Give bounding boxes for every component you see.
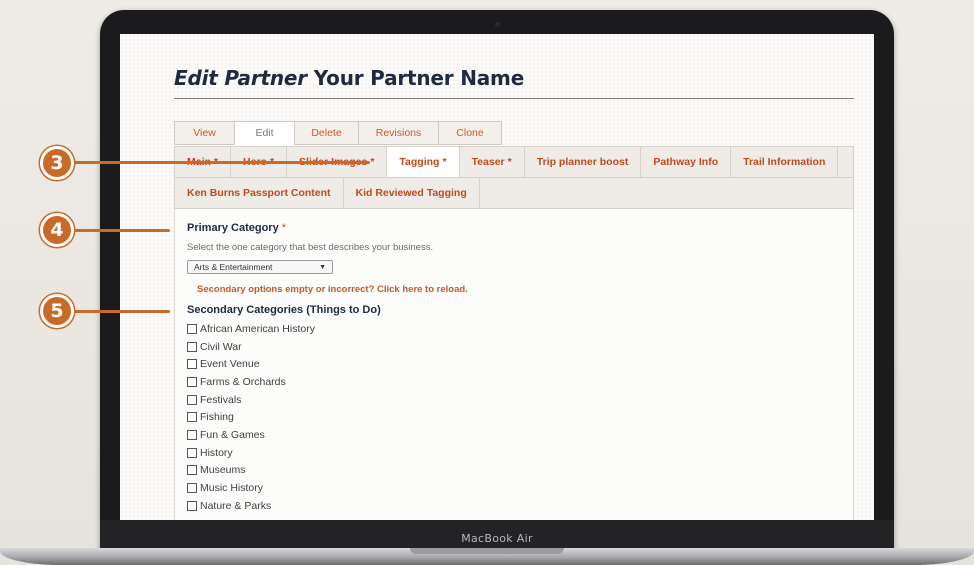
subtab-kid-reviewed-tagging[interactable]: Kid Reviewed Tagging bbox=[344, 178, 480, 208]
primary-category-label-text: Primary Category bbox=[187, 222, 279, 234]
checkbox[interactable] bbox=[187, 394, 197, 405]
checkbox[interactable] bbox=[187, 359, 197, 370]
checkbox-label: Event Venue bbox=[200, 358, 260, 371]
checkbox[interactable] bbox=[187, 341, 197, 352]
subtab-ken-burns-passport-content[interactable]: Ken Burns Passport Content bbox=[175, 178, 344, 208]
required-marker: * bbox=[442, 156, 447, 168]
tab-clone[interactable]: Clone bbox=[438, 121, 502, 145]
subtab-trail-information[interactable]: Trail Information bbox=[731, 147, 839, 177]
checkbox[interactable] bbox=[187, 323, 197, 334]
checkbox-item[interactable]: Nature & Parks bbox=[187, 497, 315, 515]
secondary-categories-list: African American History Civil War Event… bbox=[187, 320, 315, 515]
tagging-form: Primary Category * Select the one categor… bbox=[174, 209, 854, 520]
checkbox-item[interactable]: Festivals bbox=[187, 391, 315, 409]
primary-category-select[interactable]: Arts & Entertainment ▼ bbox=[187, 260, 333, 274]
laptop-notch bbox=[410, 548, 564, 554]
checkbox-label: African American History bbox=[200, 322, 315, 335]
device-label: MacBook Air bbox=[461, 532, 533, 545]
checkbox-label: Festivals bbox=[200, 393, 242, 406]
camera-icon bbox=[495, 22, 500, 27]
page-title-prefix: Edit Partner bbox=[174, 66, 307, 90]
checkbox-item[interactable]: African American History bbox=[187, 320, 315, 338]
tab-edit[interactable]: Edit bbox=[234, 121, 294, 145]
callout-5-line bbox=[70, 310, 170, 313]
checkbox[interactable] bbox=[187, 500, 197, 511]
checkbox[interactable] bbox=[187, 483, 197, 494]
page-title-name: Your Partner Name bbox=[313, 66, 525, 90]
checkbox-label: Fun & Games bbox=[200, 428, 265, 441]
checkbox-label: Music History bbox=[200, 482, 264, 495]
secondary-categories-label: Secondary Categories (Things to Do) bbox=[187, 304, 381, 316]
primary-category-help: Select the one category that best descri… bbox=[187, 242, 434, 253]
checkbox-item[interactable]: History bbox=[187, 444, 315, 462]
subtab-tagging-label: Tagging bbox=[399, 156, 440, 168]
title-divider bbox=[174, 98, 854, 99]
checkbox-item[interactable]: Farms & Orchards bbox=[187, 373, 315, 391]
subtab-teaser-label: Teaser bbox=[471, 156, 505, 168]
subtab-tagging[interactable]: Tagging * bbox=[387, 147, 460, 177]
primary-tabs: View Edit Delete Revisions Clone bbox=[174, 121, 502, 145]
checkbox[interactable] bbox=[187, 447, 197, 458]
checkbox-item[interactable]: Museums bbox=[187, 462, 315, 480]
checkbox-item[interactable]: Music History bbox=[187, 479, 315, 497]
checkbox[interactable] bbox=[187, 376, 197, 387]
laptop-chin: MacBook Air bbox=[100, 520, 894, 551]
form-body: Primary Category * Select the one categor… bbox=[187, 209, 853, 520]
page-title: Edit Partner Your Partner Name bbox=[174, 66, 524, 90]
checkbox-item[interactable]: Fishing bbox=[187, 408, 315, 426]
primary-category-selected: Arts & Entertainment bbox=[194, 262, 273, 272]
laptop-screen: Edit Partner Your Partner Name View Edit… bbox=[120, 34, 874, 520]
checkbox-item[interactable]: Event Venue bbox=[187, 355, 315, 373]
checkbox[interactable] bbox=[187, 465, 197, 476]
callout-5: 5 bbox=[40, 294, 74, 328]
subtab-teaser[interactable]: Teaser * bbox=[460, 147, 525, 177]
required-marker: * bbox=[507, 156, 512, 168]
checkbox-item[interactable]: Civil War bbox=[187, 338, 315, 356]
callout-3-line bbox=[70, 161, 370, 164]
subtab-pathway-info[interactable]: Pathway Info bbox=[641, 147, 732, 177]
primary-category-label: Primary Category * bbox=[187, 222, 286, 234]
checkbox-label: Fishing bbox=[200, 411, 234, 424]
callout-4: 4 bbox=[40, 213, 74, 247]
tab-delete[interactable]: Delete bbox=[294, 121, 358, 145]
checkbox-label: Civil War bbox=[200, 340, 242, 353]
checkbox-label: Nature & Parks bbox=[200, 499, 272, 512]
secondary-tabs: Main* Hero* Slider Images* Tagging* Teas… bbox=[174, 146, 854, 209]
subtab-trip-planner-boost[interactable]: Trip planner boost bbox=[525, 147, 642, 177]
chevron-down-icon: ▼ bbox=[319, 263, 326, 271]
tab-revisions[interactable]: Revisions bbox=[358, 121, 438, 145]
callout-3: 3 bbox=[40, 146, 74, 180]
checkbox[interactable] bbox=[187, 412, 197, 423]
checkbox-label: History bbox=[200, 446, 233, 459]
tab-view[interactable]: View bbox=[174, 121, 234, 145]
secondary-tabs-row-2: Ken Burns Passport Content Kid Reviewed … bbox=[175, 177, 853, 208]
checkbox[interactable] bbox=[187, 429, 197, 440]
checkbox-label: Museums bbox=[200, 464, 246, 477]
callout-4-line bbox=[70, 229, 170, 232]
reload-secondary-link[interactable]: Secondary options empty or incorrect? Cl… bbox=[197, 284, 468, 295]
checkbox-label: Farms & Orchards bbox=[200, 375, 286, 388]
checkbox-item[interactable]: Fun & Games bbox=[187, 426, 315, 444]
required-marker: * bbox=[370, 156, 375, 168]
required-marker: * bbox=[281, 222, 286, 234]
